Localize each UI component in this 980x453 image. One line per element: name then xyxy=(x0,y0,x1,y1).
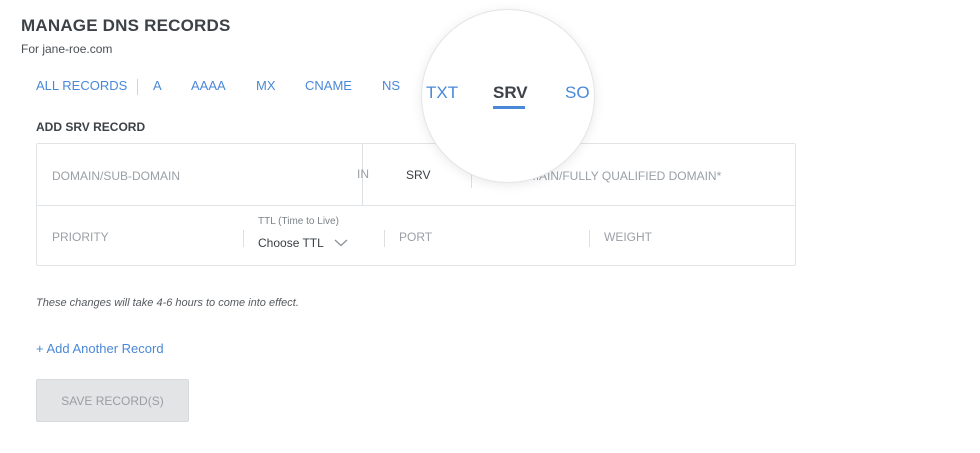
tab-txt[interactable]: TXT xyxy=(426,83,458,103)
in-label: IN xyxy=(357,167,369,181)
field-divider xyxy=(589,230,590,247)
domain-input[interactable]: DOMAIN/SUB-DOMAIN xyxy=(52,169,180,183)
ttl-label: TTL (Time to Live) xyxy=(258,216,339,227)
row-divider xyxy=(37,205,795,206)
ttl-select[interactable]: Choose TTL xyxy=(258,236,324,250)
save-records-button[interactable]: SAVE RECORD(S) xyxy=(36,379,189,422)
tab-all-records[interactable]: ALL RECORDS xyxy=(36,78,127,93)
active-tab-underline xyxy=(493,106,525,109)
weight-input[interactable]: WEIGHT xyxy=(604,230,652,244)
tab-a[interactable]: A xyxy=(153,78,162,93)
field-divider xyxy=(384,230,385,247)
tab-so[interactable]: SO xyxy=(565,83,590,103)
tab-cname[interactable]: CNAME xyxy=(305,78,352,93)
priority-input[interactable]: PRIORITY xyxy=(52,230,109,244)
add-another-record-link[interactable]: + Add Another Record xyxy=(36,341,164,356)
tab-divider xyxy=(137,79,138,95)
target-domain-input[interactable]: MAIN/FULLY QUALIFIED DOMAIN* xyxy=(529,169,721,183)
port-input[interactable]: PORT xyxy=(399,230,432,244)
field-divider xyxy=(471,181,472,182)
page-title: MANAGE DNS RECORDS xyxy=(21,16,231,35)
section-title: ADD SRV RECORD xyxy=(36,120,146,134)
propagation-note: These changes will take 4-6 hours to com… xyxy=(36,297,299,309)
tab-mx[interactable]: MX xyxy=(256,78,276,93)
tab-srv[interactable]: SRV xyxy=(493,83,528,103)
tab-ns[interactable]: NS xyxy=(382,78,400,93)
chevron-down-icon[interactable] xyxy=(334,239,348,247)
srv-record-form: DOMAIN/SUB-DOMAIN IN SRV MAIN/FULLY QUAL… xyxy=(36,143,796,266)
magnifier-lens: TXT SRV SO xyxy=(422,10,594,182)
record-type-value: SRV xyxy=(406,168,431,182)
tab-aaaa[interactable]: AAAA xyxy=(191,78,226,93)
page-subtitle: For jane-roe.com xyxy=(21,42,113,56)
field-divider xyxy=(243,230,244,247)
